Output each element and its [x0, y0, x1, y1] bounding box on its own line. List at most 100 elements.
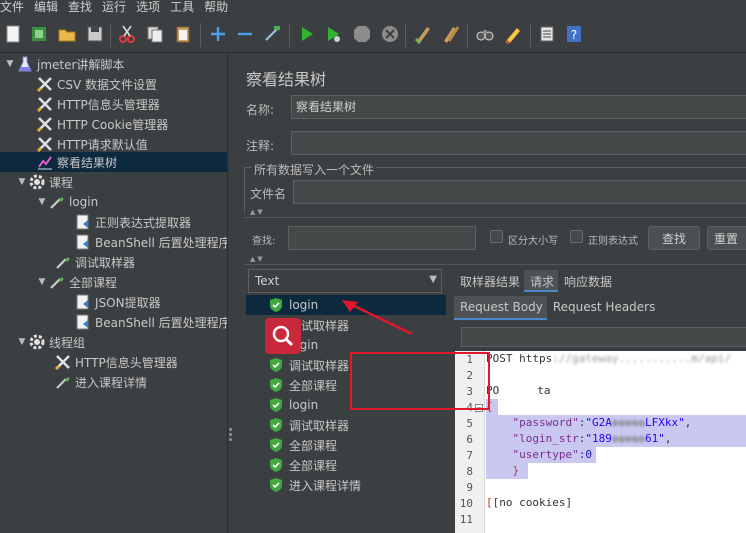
code-val-password-b: LFXkx"	[644, 416, 685, 429]
filename-label: 文件名	[250, 187, 287, 201]
line-number: 5	[466, 417, 473, 430]
success-shield-icon	[268, 377, 284, 393]
chevron-down-icon[interactable]: ▼	[16, 176, 28, 188]
code-line-1-blurred: ://gateway...........m/api/	[552, 352, 732, 365]
splitter-handle[interactable]	[229, 428, 233, 444]
tab-request-headers[interactable]: Request Headers	[547, 296, 660, 320]
post-processor-icon	[74, 313, 92, 331]
tree-item-course-detail[interactable]: 进入课程详情	[0, 372, 227, 392]
request-search-input[interactable]	[461, 327, 746, 347]
clear-icon[interactable]	[412, 23, 434, 45]
tab-request-body[interactable]: Request Body	[454, 296, 547, 320]
result-item[interactable]: 调试取样器	[246, 415, 446, 435]
function-helper-icon[interactable]	[536, 23, 558, 45]
copy-icon[interactable]	[144, 23, 166, 45]
tree-item-json-extractor[interactable]: JSON提取器	[0, 292, 227, 312]
result-item[interactable]: 进入课程详情	[246, 475, 446, 495]
chevron-down-icon[interactable]: ▼	[4, 58, 16, 70]
menu-help[interactable]: 帮助	[200, 0, 234, 16]
filename-field[interactable]	[293, 180, 746, 204]
tree-item-beanshell-2[interactable]: BeanShell 后置处理程序	[0, 312, 227, 332]
reset-button[interactable]: 重置	[707, 226, 746, 250]
tree-item-label: 正则表达式提取器	[95, 215, 192, 230]
sampler-pipette-icon	[48, 273, 66, 291]
result-item[interactable]: 全部课程	[246, 435, 446, 455]
renderer-select[interactable]: Text ▼	[248, 269, 442, 293]
menu-tools[interactable]: 工具	[166, 0, 200, 16]
result-label: 调试取样器	[289, 418, 350, 433]
save-icon[interactable]	[84, 23, 106, 45]
search-button[interactable]: 查找	[648, 226, 700, 250]
shutdown-icon[interactable]	[379, 23, 401, 45]
expand-icon[interactable]	[207, 23, 229, 45]
line-number: 10	[459, 497, 473, 510]
tree-item-view-results-tree[interactable]: 察看结果树	[0, 152, 227, 172]
search-binoculars-icon[interactable]	[474, 23, 496, 45]
menu-run[interactable]: 运行	[98, 0, 132, 16]
tree-item-label: HTTP信息头管理器	[75, 355, 178, 370]
open-icon[interactable]	[56, 23, 78, 45]
toggle-icon[interactable]	[261, 23, 283, 45]
tree-item-beanshell-1[interactable]: BeanShell 后置处理程序	[0, 232, 227, 252]
result-item[interactable]: 全部课程	[246, 455, 446, 475]
tree-item-label: 全部课程	[69, 275, 118, 290]
case-sensitive-checkbox[interactable]	[490, 230, 503, 243]
post-processor-icon	[74, 233, 92, 251]
tree-item-csv[interactable]: CSV 数据文件设置	[0, 74, 227, 94]
menu-options[interactable]: 选项	[132, 0, 166, 16]
tree-item-test-plan[interactable]: ▼ jmeter讲解脚本	[0, 54, 227, 74]
tab-request[interactable]: 请求	[524, 270, 559, 292]
cut-icon[interactable]	[116, 23, 138, 45]
start-no-pause-icon[interactable]	[322, 23, 344, 45]
regex-checkbox[interactable]	[570, 230, 583, 243]
splitter-arrows[interactable]: ▲▼	[250, 208, 265, 216]
tree-item-login[interactable]: ▼ login	[0, 192, 227, 212]
tree-item-debug-sampler[interactable]: 调试取样器	[0, 252, 227, 272]
name-label: 名称:	[246, 103, 275, 117]
templates-icon[interactable]	[28, 23, 50, 45]
tab-sampler-result[interactable]: 取样器结果	[454, 270, 524, 292]
tree-item-regex-extractor[interactable]: 正则表达式提取器	[0, 212, 227, 232]
tree-item-thread-group[interactable]: ▼ 线程组	[0, 332, 227, 352]
thread-group-gear-icon	[28, 333, 46, 351]
chevron-down-icon[interactable]: ▼	[36, 196, 48, 208]
tree-item-http-defaults[interactable]: HTTP请求默认值	[0, 134, 227, 154]
config-element-icon	[54, 353, 72, 371]
success-shield-icon	[268, 417, 284, 433]
clear-all-icon[interactable]	[440, 23, 462, 45]
paste-icon[interactable]	[172, 23, 194, 45]
magnifier-search-icon[interactable]	[265, 318, 301, 354]
tab-response-data[interactable]: 响应数据	[558, 270, 616, 292]
help-icon[interactable]: ?	[563, 23, 585, 45]
result-label: login	[289, 298, 319, 312]
code-line-10: [no cookies]	[492, 496, 573, 509]
tree-item-course[interactable]: ▼ 课程	[0, 172, 227, 192]
config-element-icon	[36, 75, 54, 93]
tree-item-all-courses[interactable]: ▼ 全部课程	[0, 272, 227, 292]
start-icon[interactable]	[296, 23, 318, 45]
stop-icon[interactable]	[351, 23, 373, 45]
success-shield-icon	[268, 477, 284, 493]
tree-item-label: 察看结果树	[57, 155, 118, 170]
search-input[interactable]	[288, 226, 476, 250]
success-shield-icon	[268, 457, 284, 473]
tree-item-http-header-2[interactable]: HTTP信息头管理器	[0, 352, 227, 372]
chevron-down-icon[interactable]: ▼	[36, 276, 48, 288]
menu-file[interactable]: 文件	[0, 0, 30, 16]
code-key-password: "password"	[512, 416, 579, 429]
menu-edit[interactable]: 编辑	[30, 0, 64, 16]
result-label: login	[289, 398, 319, 412]
collapse-icon[interactable]	[234, 23, 256, 45]
tree-item-label: JSON提取器	[95, 295, 161, 310]
tree-item-http-header[interactable]: HTTP信息头管理器	[0, 94, 227, 114]
code-val-login-a: "189	[585, 432, 612, 445]
menu-search[interactable]: 查找	[64, 0, 98, 16]
config-element-icon	[36, 115, 54, 133]
name-field[interactable]: 察看结果树	[291, 95, 746, 119]
reset-search-icon[interactable]	[502, 23, 524, 45]
splitter-arrows-2[interactable]: ▲▼	[250, 255, 265, 263]
new-icon[interactable]	[2, 23, 24, 45]
comment-field[interactable]	[291, 131, 746, 155]
chevron-down-icon[interactable]: ▼	[16, 336, 28, 348]
tree-item-http-cookie[interactable]: HTTP Cookie管理器	[0, 114, 227, 134]
